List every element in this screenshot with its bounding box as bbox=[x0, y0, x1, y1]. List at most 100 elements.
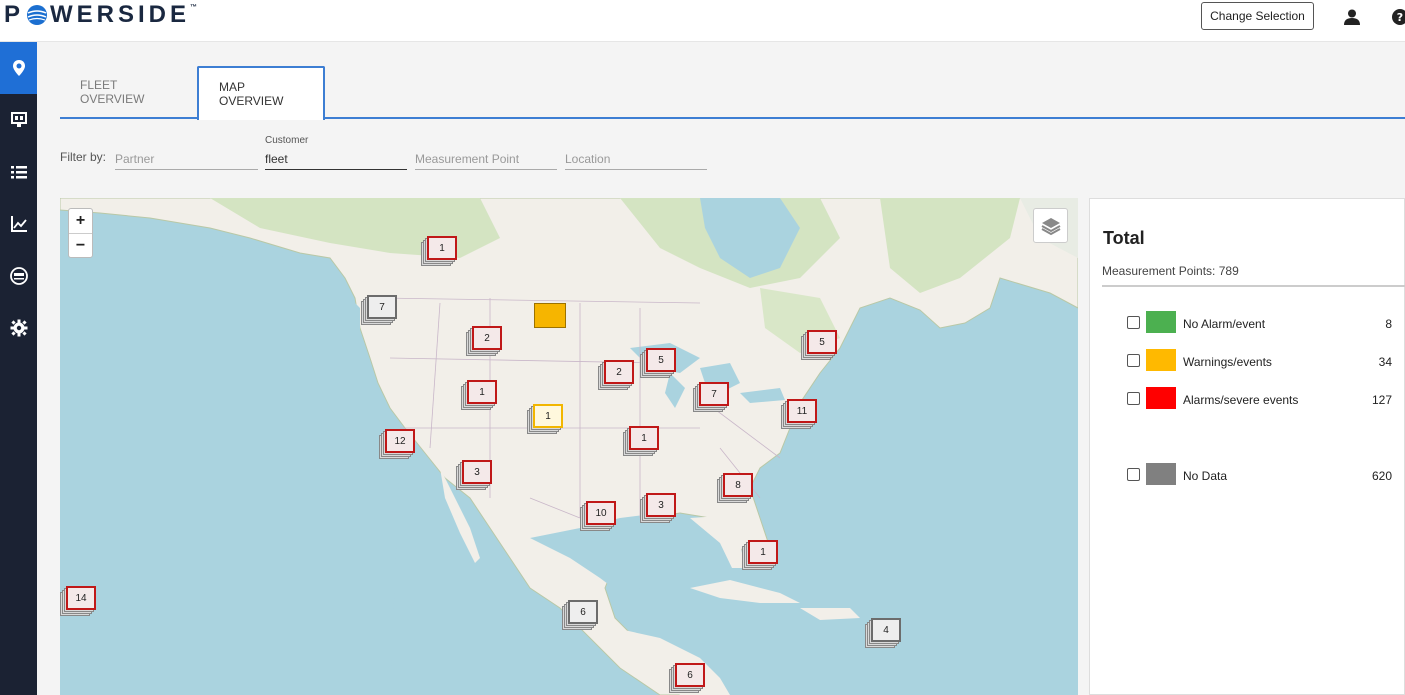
legend-count: 8 bbox=[1385, 317, 1392, 331]
legend-count: 34 bbox=[1378, 355, 1392, 369]
cluster-count: 1 bbox=[748, 540, 778, 564]
cluster-count: 7 bbox=[699, 382, 729, 406]
map-cluster-marker[interactable]: 2 bbox=[466, 326, 502, 356]
swatch-grey bbox=[1146, 463, 1176, 485]
map-cluster-marker[interactable]: 4 bbox=[865, 618, 901, 648]
checkbox-alarms[interactable] bbox=[1127, 392, 1140, 405]
layers-button[interactable] bbox=[1033, 208, 1068, 243]
cluster-count: 12 bbox=[385, 429, 415, 453]
map-cluster-marker[interactable]: 2 bbox=[598, 360, 634, 390]
map-cluster-marker[interactable]: 5 bbox=[801, 330, 837, 360]
measurement-point-input[interactable] bbox=[415, 148, 557, 169]
left-sidebar bbox=[0, 42, 37, 695]
cluster-count: 6 bbox=[568, 600, 598, 624]
legend-count: 620 bbox=[1371, 469, 1392, 483]
cluster-count: 4 bbox=[871, 618, 901, 642]
customer-input[interactable] bbox=[265, 148, 407, 169]
powerside-logo[interactable]: P WERSIDE ™ bbox=[4, 1, 198, 28]
map-cluster-marker[interactable]: 6 bbox=[562, 600, 598, 630]
active-tab-gap bbox=[199, 117, 323, 119]
legend-title: Total bbox=[1103, 228, 1145, 248]
map-view[interactable]: + − 1 7 2 5 2 5 1 7 1 11 12 1 3 8 3 10 1 14 6 4 6 bbox=[60, 198, 1078, 695]
cluster-count: 11 bbox=[787, 399, 817, 423]
map-cluster-marker[interactable]: 1 bbox=[461, 380, 497, 410]
map-cluster-marker[interactable]: 14 bbox=[60, 586, 96, 616]
map-cluster-marker[interactable]: 5 bbox=[640, 348, 676, 378]
sidebar-item-settings[interactable] bbox=[0, 302, 37, 354]
divider bbox=[1102, 285, 1405, 287]
cluster-count: 1 bbox=[427, 236, 457, 260]
map-cluster-marker[interactable]: 1 bbox=[527, 404, 563, 434]
map-cluster-marker[interactable]: 7 bbox=[361, 295, 397, 325]
cluster-count: 14 bbox=[66, 586, 96, 610]
map-cluster-marker[interactable]: 3 bbox=[456, 460, 492, 490]
legend-label: Warnings/events bbox=[1183, 355, 1272, 369]
warning-marker[interactable] bbox=[534, 303, 566, 328]
change-selection-button[interactable]: Change Selection bbox=[1201, 2, 1314, 30]
tab-map-overview[interactable]: MAP OVERVIEW bbox=[197, 66, 325, 120]
sidebar-item-monitor[interactable] bbox=[0, 94, 37, 146]
sidebar-item-map[interactable] bbox=[0, 42, 37, 94]
sidebar-item-chart[interactable] bbox=[0, 198, 37, 250]
map-cluster-marker[interactable]: 8 bbox=[717, 473, 753, 503]
help-icon[interactable]: ? bbox=[1391, 8, 1405, 26]
legend-label: Alarms/severe events bbox=[1183, 393, 1299, 407]
checkbox-no-alarm[interactable] bbox=[1127, 316, 1140, 329]
sidebar-item-list[interactable] bbox=[0, 146, 37, 198]
cluster-count: 1 bbox=[533, 404, 563, 428]
measurement-point-field[interactable] bbox=[415, 148, 557, 170]
trademark-mark: ™ bbox=[190, 4, 198, 11]
user-icon[interactable] bbox=[1343, 8, 1361, 26]
map-cluster-marker[interactable]: 11 bbox=[781, 399, 817, 429]
tab-fleet-overview[interactable]: FLEET OVERVIEW bbox=[60, 66, 200, 118]
top-header: P WERSIDE ™ Change Selection ? bbox=[0, 0, 1405, 42]
tabs-bar: FLEET OVERVIEW MAP OVERVIEW bbox=[37, 42, 1405, 122]
map-cluster-marker[interactable]: 12 bbox=[379, 429, 415, 459]
cluster-count: 5 bbox=[646, 348, 676, 372]
svg-text:?: ? bbox=[1397, 11, 1403, 24]
legend-label: No Data bbox=[1183, 469, 1228, 483]
checkbox-warnings[interactable] bbox=[1127, 354, 1140, 367]
map-cluster-marker[interactable]: 1 bbox=[742, 540, 778, 570]
location-input[interactable] bbox=[565, 148, 707, 169]
monitor-icon bbox=[10, 112, 27, 127]
cluster-count: 8 bbox=[723, 473, 753, 497]
logo-text-start: P bbox=[4, 1, 25, 28]
partner-input[interactable] bbox=[115, 148, 258, 169]
legend-count: 127 bbox=[1371, 393, 1392, 407]
map-cluster-marker[interactable]: 10 bbox=[580, 501, 616, 531]
zoom-in-button[interactable]: + bbox=[69, 209, 92, 233]
cluster-count: 10 bbox=[586, 501, 616, 525]
swatch-green bbox=[1146, 311, 1176, 333]
legend-row-warnings: Warnings/events 34 bbox=[1127, 349, 1392, 373]
globe-icon bbox=[27, 5, 48, 25]
cluster-count: 3 bbox=[462, 460, 492, 484]
partner-field[interactable] bbox=[115, 148, 258, 170]
cluster-count: 6 bbox=[675, 663, 705, 687]
layers-icon bbox=[1041, 217, 1060, 235]
meter-icon bbox=[9, 267, 28, 285]
cluster-count: 5 bbox=[807, 330, 837, 354]
swatch-red bbox=[1146, 387, 1176, 409]
map-cluster-marker[interactable]: 6 bbox=[669, 663, 705, 693]
measurement-points-count: Measurement Points: 789 bbox=[1102, 264, 1239, 278]
cluster-count: 7 bbox=[367, 295, 397, 319]
map-pin-icon bbox=[12, 60, 25, 76]
checkbox-no-data[interactable] bbox=[1127, 468, 1140, 481]
chart-icon bbox=[10, 216, 27, 232]
zoom-control: + − bbox=[68, 208, 93, 258]
customer-field-label: Customer bbox=[265, 135, 309, 146]
swatch-yellow bbox=[1146, 349, 1176, 371]
map-cluster-marker[interactable]: 1 bbox=[421, 236, 457, 266]
map-cluster-marker[interactable]: 7 bbox=[693, 382, 729, 412]
map-cluster-marker[interactable]: 1 bbox=[623, 426, 659, 456]
customer-field[interactable] bbox=[265, 148, 407, 170]
cluster-count: 3 bbox=[646, 493, 676, 517]
sidebar-item-meter[interactable] bbox=[0, 250, 37, 302]
legend-label: No Alarm/event bbox=[1183, 317, 1266, 331]
location-field[interactable] bbox=[565, 148, 707, 170]
list-icon bbox=[10, 166, 27, 179]
map-cluster-marker[interactable]: 3 bbox=[640, 493, 676, 523]
cluster-count: 1 bbox=[467, 380, 497, 404]
zoom-out-button[interactable]: − bbox=[69, 233, 92, 257]
